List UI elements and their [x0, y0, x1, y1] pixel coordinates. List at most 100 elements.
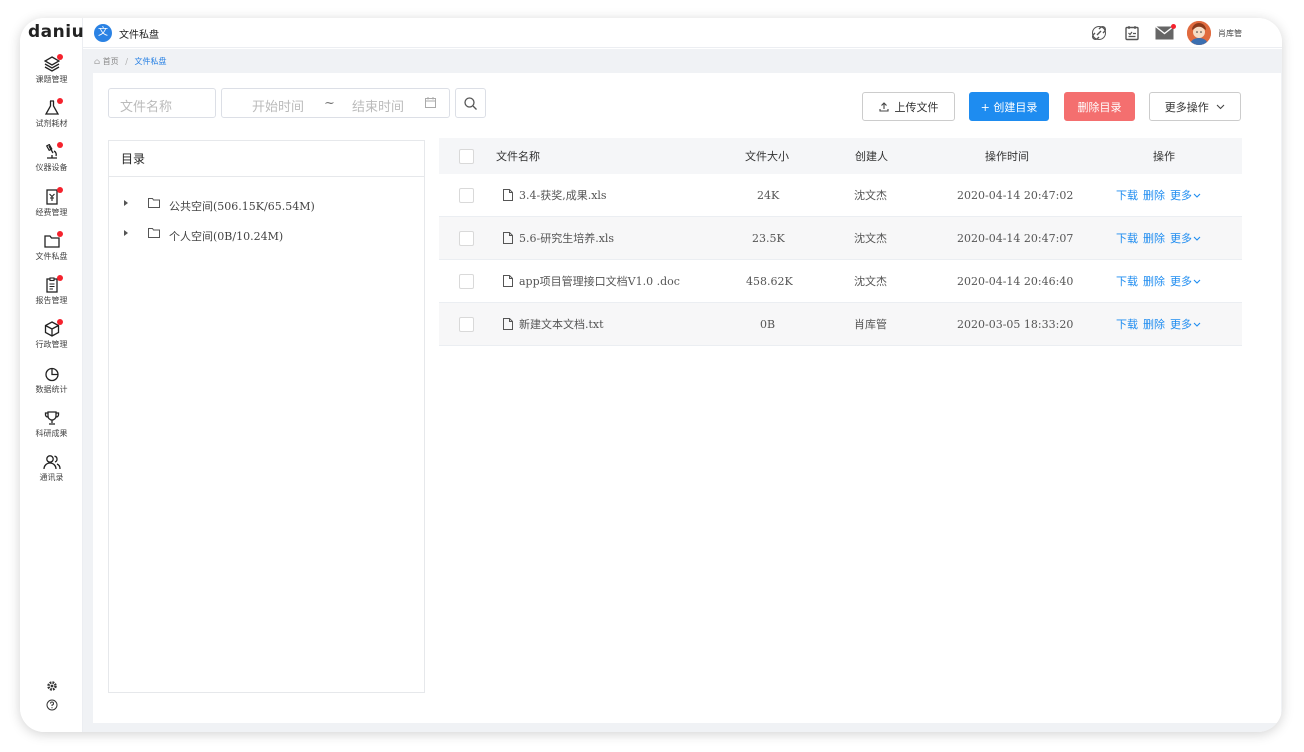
file-table: 文件名称 文件大小 创建人 操作时间 操作 3.4-获奖,成果.xls 24K … — [439, 138, 1242, 346]
more-actions-button[interactable]: 更多操作 — [1149, 92, 1241, 121]
select-all-checkbox[interactable] — [459, 138, 474, 174]
download-link[interactable]: 下载 — [1116, 230, 1138, 246]
delete-link[interactable]: 删除 — [1143, 230, 1165, 246]
date-range-picker[interactable]: 开始时间 ~ 结束时间 — [221, 88, 450, 118]
notification-dot — [57, 319, 63, 325]
sidebar-item-instruments[interactable]: 仪器设备 — [20, 142, 83, 184]
more-actions-label: 更多操作 — [1164, 101, 1209, 114]
row-checkbox[interactable] — [459, 174, 474, 216]
file-creator: 沈文杰 — [854, 232, 887, 245]
sidebar-item-funding[interactable]: 经费管理 — [20, 187, 83, 229]
more-link[interactable]: 更多 — [1170, 230, 1201, 246]
more-link[interactable]: 更多 — [1170, 187, 1201, 203]
create-directory-button[interactable]: + 创建目录 — [969, 92, 1049, 121]
more-link[interactable]: 更多 — [1170, 316, 1201, 332]
sidebar-item-reports[interactable]: 报告管理 — [20, 275, 83, 317]
file-name-input[interactable]: 文件名称 — [108, 88, 216, 118]
file-name[interactable]: 新建文本文档.txt — [519, 303, 604, 345]
file-name[interactable]: app项目管理接口文档V1.0 .doc — [519, 260, 680, 302]
sidebar-item-label: 行政管理 — [35, 340, 68, 349]
tasks-icon[interactable] — [1124, 25, 1140, 41]
tree-node-public[interactable]: 公共空间(506.15K/65.54M) — [124, 195, 384, 215]
sidebar-item-label: 报告管理 — [35, 296, 68, 305]
delete-link[interactable]: 删除 — [1143, 187, 1165, 203]
sidebar-item-admin[interactable]: 行政管理 — [20, 319, 83, 361]
file-name[interactable]: 3.4-获奖,成果.xls — [519, 174, 607, 216]
help-button[interactable] — [20, 699, 83, 711]
logo: daniu — [28, 22, 85, 42]
avatar[interactable] — [1187, 21, 1211, 45]
header-file-name: 文件名称 — [496, 150, 540, 163]
delete-link[interactable]: 删除 — [1143, 316, 1165, 332]
sidebar-item-topics[interactable]: 课题管理 — [20, 54, 83, 96]
contacts-icon — [42, 455, 61, 470]
file-creator: 沈文杰 — [854, 189, 887, 202]
table-row[interactable]: app项目管理接口文档V1.0 .doc 458.62K 沈文杰 2020-04… — [439, 260, 1242, 303]
notification-dot — [57, 98, 63, 104]
file-icon — [503, 303, 513, 345]
row-checkbox[interactable] — [459, 303, 474, 345]
breadcrumb-current: 文件私盘 — [134, 57, 167, 66]
home-icon[interactable]: ⌂ — [94, 57, 100, 66]
sidebar-item-contacts[interactable]: 通讯录 — [20, 454, 83, 494]
table-row[interactable]: 5.6-研究生培养.xls 23.5K 沈文杰 2020-04-14 20:47… — [439, 217, 1242, 260]
page-title: 文件私盘 — [119, 30, 159, 41]
delete-directory-label: 删除目录 — [1077, 101, 1122, 114]
file-creator: 肖库管 — [854, 318, 887, 331]
help-icon — [46, 699, 57, 711]
file-icon — [503, 260, 513, 302]
notification-dot — [57, 142, 63, 148]
header-actions: 操作 — [1153, 150, 1175, 163]
header-operation-time: 操作时间 — [985, 150, 1029, 163]
search-button[interactable] — [455, 88, 486, 118]
folder-icon — [148, 198, 160, 208]
delete-directory-button[interactable]: 删除目录 — [1064, 92, 1135, 121]
user-name[interactable]: 肖库管 — [1218, 28, 1242, 39]
start-time-placeholder: 开始时间 — [252, 100, 305, 115]
download-link[interactable]: 下载 — [1116, 316, 1138, 332]
create-directory-label: + 创建目录 — [980, 101, 1038, 114]
sidebar-item-files[interactable]: 文件私盘 — [20, 231, 83, 273]
sidebar-item-label: 文件私盘 — [35, 252, 68, 261]
end-time-placeholder: 结束时间 — [352, 100, 405, 115]
file-size: 23.5K — [752, 231, 785, 245]
table-row[interactable]: 3.4-获奖,成果.xls 24K 沈文杰 2020-04-14 20:47:0… — [439, 174, 1242, 217]
sidebar-item-statistics[interactable]: 数据统计 — [20, 366, 83, 406]
header-creator: 创建人 — [855, 150, 888, 163]
breadcrumb: ⌂ 首页 / 文件私盘 — [83, 49, 1282, 71]
table-row[interactable]: 新建文本文档.txt 0B 肖库管 2020-03-05 18:33:20 下载… — [439, 303, 1242, 346]
delete-link[interactable]: 删除 — [1143, 273, 1165, 289]
row-checkbox[interactable] — [459, 260, 474, 302]
notification-dot — [57, 187, 63, 193]
file-icon — [503, 217, 513, 259]
sidebar-item-label: 科研成果 — [35, 429, 68, 438]
main-content: 文件名称 开始时间 ~ 结束时间 上传文件 + 创建目录 删除目录 更多操作 目… — [93, 73, 1281, 723]
download-link[interactable]: 下载 — [1116, 187, 1138, 203]
tree-node-personal[interactable]: 个人空间(0B/10.24M) — [124, 225, 384, 245]
caret-right-icon[interactable] — [124, 200, 128, 206]
header-file-size: 文件大小 — [745, 150, 789, 163]
file-name[interactable]: 5.6-研究生培养.xls — [519, 217, 614, 259]
download-link[interactable]: 下载 — [1116, 273, 1138, 289]
sidebar-item-achievements[interactable]: 科研成果 — [20, 410, 83, 450]
file-size: 458.62K — [746, 274, 793, 288]
sidebar-item-reagents[interactable]: 试剂耗材 — [20, 98, 83, 140]
upload-icon — [878, 102, 889, 112]
directory-tree: 目录 公共空间(506.15K/65.54M) 个人空间(0B/10.24M) — [108, 140, 425, 693]
app-badge: 文 — [94, 24, 112, 42]
calendar-icon — [425, 97, 436, 108]
caret-right-icon[interactable] — [124, 230, 128, 236]
notification-dot — [57, 275, 63, 281]
date-range-separator: ~ — [324, 96, 335, 111]
more-link[interactable]: 更多 — [1170, 273, 1201, 289]
chevron-down-icon — [1193, 279, 1201, 284]
upload-file-button[interactable]: 上传文件 — [862, 92, 955, 121]
link-icon[interactable] — [1091, 25, 1107, 41]
tree-title: 目录 — [109, 141, 424, 177]
row-checkbox[interactable] — [459, 217, 474, 259]
breadcrumb-home[interactable]: 首页 — [103, 57, 119, 66]
more-link-label: 更多 — [1170, 275, 1192, 288]
sidebar-item-label: 经费管理 — [35, 208, 68, 217]
settings-button[interactable] — [20, 680, 83, 692]
chevron-down-icon — [1216, 104, 1225, 110]
